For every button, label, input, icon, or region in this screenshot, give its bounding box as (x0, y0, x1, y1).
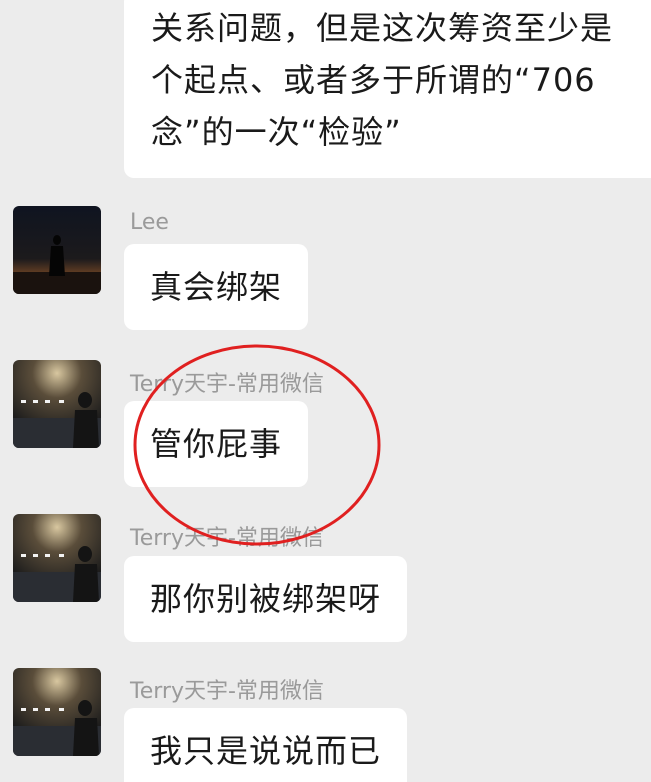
message-bubble[interactable]: 管你屁事 (124, 401, 309, 487)
avatar[interactable] (13, 206, 101, 294)
sender-name: Terry天宇-常用微信 (130, 372, 324, 397)
room-lights-avatar-icon (13, 668, 101, 756)
message-bubble[interactable]: 真会绑架 (124, 244, 309, 330)
avatar[interactable] (13, 668, 101, 756)
message-bubble[interactable]: 我只是说说而已 (124, 708, 408, 782)
silhouette-sunset-avatar-icon (13, 206, 101, 294)
avatar[interactable] (13, 514, 101, 602)
chat-window: 关系问题，但是这次筹资至少是 个起点、或者多于所谓的“706 念”的一次“检验”… (0, 0, 651, 782)
room-lights-avatar-icon (13, 514, 101, 602)
sender-name: Lee (130, 210, 169, 235)
sender-name: Terry天宇-常用微信 (130, 526, 324, 551)
message-bubble[interactable]: 关系问题，但是这次筹资至少是 个起点、或者多于所谓的“706 念”的一次“检验” (124, 0, 651, 178)
message-bubble[interactable]: 那你别被绑架呀 (124, 556, 408, 642)
room-lights-avatar-icon (13, 360, 101, 448)
avatar[interactable] (13, 360, 101, 448)
sender-name: Terry天宇-常用微信 (130, 679, 324, 704)
